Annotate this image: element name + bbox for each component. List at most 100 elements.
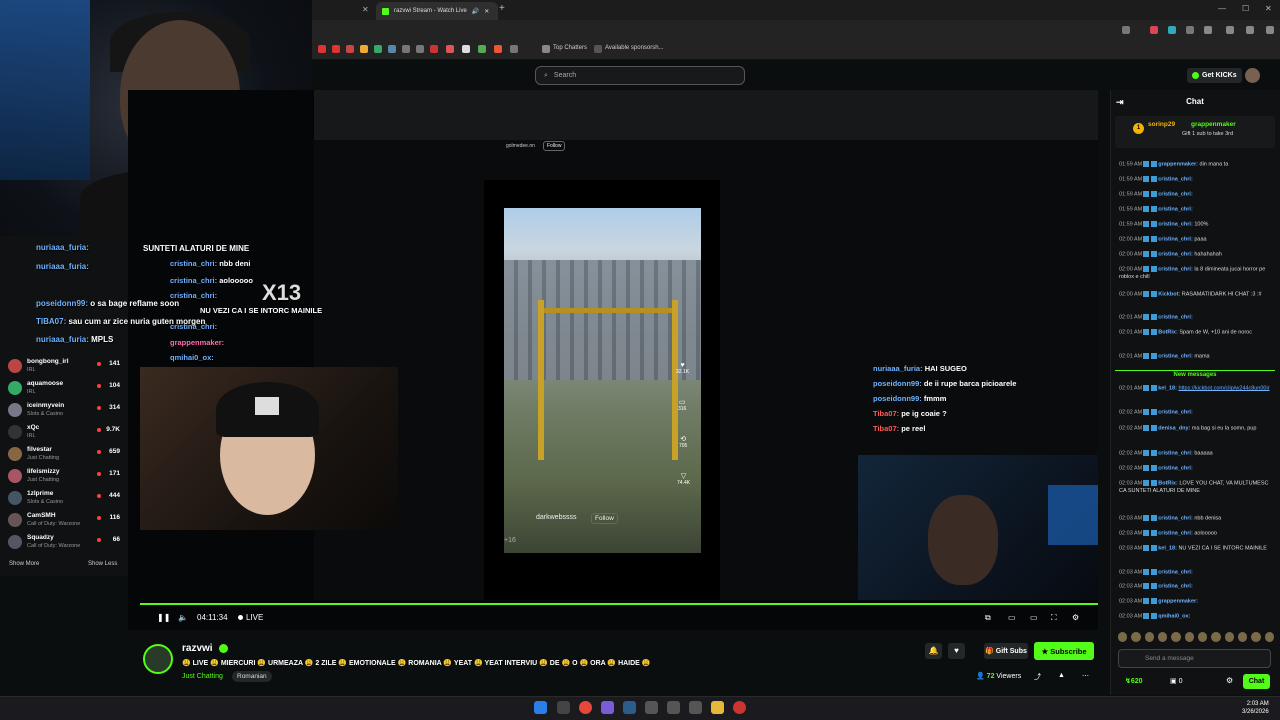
extension-icon[interactable] [1168,26,1176,34]
report-icon[interactable]: ▲ [1058,672,1065,679]
chat-username[interactable]: BotRix: [1158,480,1178,486]
discord-icon[interactable] [601,701,614,714]
chrome-icon[interactable] [579,701,592,714]
extension-icon[interactable] [1150,26,1158,34]
chat-username[interactable]: cristina_chri: [1158,236,1193,242]
chat-username[interactable]: cristina_chri: [1158,176,1193,182]
stream-category[interactable]: Just Chatting [182,673,223,680]
search-input[interactable]: ⌕ Search [535,66,745,85]
maximize-icon[interactable]: ☐ [1242,4,1249,13]
theater-mode-icon[interactable]: ▭ [1030,613,1038,622]
pinned-user-2[interactable]: grappenmaker [1191,121,1236,128]
volume-icon[interactable]: 🔈 [178,613,188,622]
chat-username[interactable]: cristina_chri: [1158,583,1193,589]
chat-username[interactable]: cristina_chri: [1158,409,1193,415]
chat-username[interactable]: kel_18: [1158,545,1177,551]
bookmark-icon[interactable] [462,45,470,53]
send-chat-button[interactable]: Chat [1243,674,1270,689]
pause-icon[interactable]: ❚❚ [157,613,170,622]
minimize-icon[interactable]: — [1218,4,1226,13]
app-icon[interactable] [689,701,702,714]
obs-icon[interactable] [733,701,746,714]
emote-icon[interactable] [1197,632,1208,642]
chat-username[interactable]: cristina_chri: [1158,206,1193,212]
bookmark-icon[interactable] [402,45,410,53]
extension-icon[interactable] [1186,26,1194,34]
bookmark-icon[interactable] [318,45,326,53]
system-clock[interactable]: 2:03 AM 3/26/2026 [1242,700,1269,716]
sidebar-item[interactable]: 1zlprime Slots & Casino 444 [0,488,128,508]
window-close-icon[interactable]: ✕ [1265,4,1272,13]
language-tag[interactable]: Romanian [232,671,272,682]
get-kicks-button[interactable]: Get KICKs [1187,68,1242,83]
address-bar[interactable] [312,20,1280,40]
new-tab-icon[interactable]: + [499,3,505,14]
bookmark-icon[interactable] [494,45,502,53]
close-tab-icon[interactable]: ✕ [362,5,369,14]
bookmark-top-chatters[interactable]: Top Chatters [553,45,587,51]
chat-username[interactable]: cristina_chri: [1158,530,1193,536]
chat-username[interactable]: grappenmaker: [1158,161,1198,167]
channel-name[interactable]: razvwi [182,643,213,654]
bookmark-icon[interactable] [416,45,424,53]
subscribe-button[interactable]: ★ Subscribe [1034,642,1094,660]
bookmark-icon[interactable] [374,45,382,53]
extension-icon[interactable] [1226,26,1234,34]
channel-avatar[interactable] [143,644,173,674]
quality-icon[interactable]: ▭ [1008,613,1016,622]
chat-link[interactable]: https://kickbot.com/clip/w244c8un00ir [1178,385,1269,391]
bookmark-icon[interactable] [332,45,340,53]
notification-bell-icon[interactable]: 🔔 [925,643,942,659]
chat-username[interactable]: cristina_chri: [1158,314,1193,320]
sidebar-item[interactable]: iceinmyvein Slots & Casino 314 [0,400,128,420]
sidebar-item[interactable]: xQc IRL 9.7K [0,422,128,442]
chat-username[interactable]: cristina_chri: [1158,515,1193,521]
show-less-link[interactable]: Show Less [88,561,117,567]
browser-tab[interactable]: razvwi Stream - Watch Live 🔊 ✕ [376,2,498,20]
emote-icon[interactable] [1224,632,1234,642]
emote-icon[interactable] [1211,632,1221,642]
chat-username[interactable]: cristina_chri: [1158,465,1193,471]
settings-gear-icon[interactable]: ⚙ [1072,613,1079,622]
mute-icon[interactable]: 🔊 [472,8,479,15]
emote-icon[interactable] [1171,632,1181,642]
playback-progress[interactable] [140,603,1098,605]
sidebar-item[interactable]: lifeismizzy Just Chatting 171 [0,466,128,486]
more-icon[interactable]: ⋯ [1082,672,1089,680]
file-explorer-icon[interactable] [711,701,724,714]
share-icon[interactable]: ⤴ [1034,672,1041,682]
chat-username[interactable]: cristina_chri: [1158,221,1193,227]
emote-icon[interactable] [1157,632,1168,642]
emote-icon[interactable] [1184,632,1194,642]
star-icon[interactable] [1122,26,1130,34]
clip-icon[interactable]: ⧉ [985,613,991,623]
chat-username[interactable]: qmihai0_ox: [1158,613,1190,619]
emote-icon[interactable] [1251,632,1261,642]
steam-icon[interactable] [623,701,636,714]
chat-username[interactable]: cristina_chri: [1158,251,1193,257]
show-more-link[interactable]: Show More [9,561,39,567]
sidebar-item[interactable]: Squadzy Call of Duty: Warzone 66 [0,532,128,552]
new-messages-divider[interactable]: New messages [1115,370,1275,378]
fullscreen-icon[interactable]: ⛶ [1051,613,1057,623]
sidebar-item[interactable]: CamSMH Call of Duty: Warzone 116 [0,510,128,530]
pinned-user[interactable]: sorinp29 [1148,121,1175,128]
chat-username[interactable]: cristina_chri: [1158,450,1193,456]
chat-message-input[interactable]: Send a message [1118,649,1271,668]
bookmark-sponsorships[interactable]: Available sponsorsh... [605,45,664,51]
chat-username[interactable]: cristina_chri: [1158,353,1193,359]
search-icon[interactable] [557,701,570,714]
bookmark-icon[interactable] [388,45,396,53]
chat-username[interactable]: cristina_chri: [1158,569,1193,575]
bookmark-icon[interactable] [360,45,368,53]
sidebar-item[interactable]: filvestar Just Chatting 659 [0,444,128,464]
emote-icon[interactable] [1144,632,1154,642]
app-icon[interactable] [645,701,658,714]
profile-icon[interactable] [1246,26,1254,34]
collapse-chat-icon[interactable]: ⇥ [1116,92,1124,112]
bookmark-icon[interactable] [346,45,354,53]
extension-icon[interactable] [1204,26,1212,34]
sidebar-item[interactable]: bongbong_irl IRL 141 [0,356,128,376]
windows-start-icon[interactable] [534,701,547,714]
chat-username[interactable]: grappenmaker: [1158,598,1198,604]
